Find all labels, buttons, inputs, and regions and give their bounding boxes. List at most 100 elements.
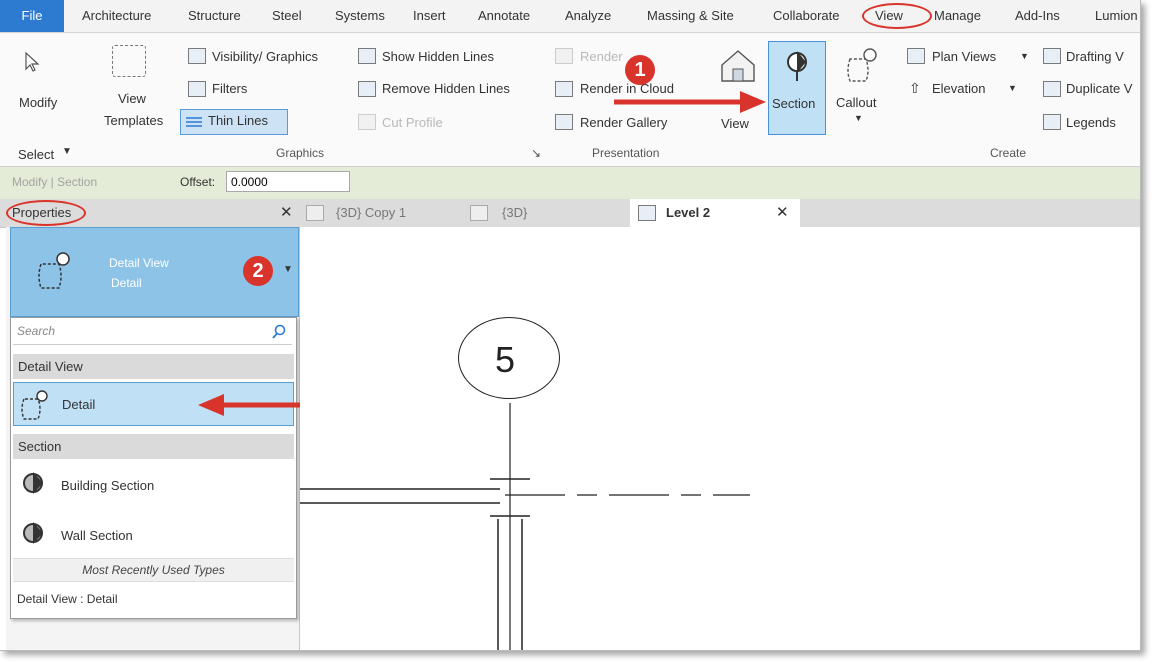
type-search-placeholder: Search: [17, 324, 56, 338]
options-bar: Modify | Section Offset: 0.0000: [0, 166, 1140, 200]
section-label: Section: [772, 96, 816, 111]
group-detail-view: Detail View: [13, 354, 294, 379]
cursor-arrow-icon: [25, 51, 40, 72]
render-gallery-button[interactable]: Render Gallery: [580, 115, 667, 130]
tab-manage[interactable]: Manage: [934, 8, 981, 23]
filters-button[interactable]: Filters: [212, 81, 247, 96]
callout-tool-icon: [847, 48, 877, 82]
tab-steel[interactable]: Steel: [272, 8, 302, 23]
type-name-label: Detail: [111, 276, 142, 290]
type-search-input[interactable]: Search: [13, 320, 292, 345]
3d-view-button[interactable]: View: [721, 116, 749, 131]
detail-type-icon: [21, 390, 48, 420]
tab-3d-copy-1[interactable]: {3D} Copy 1: [336, 205, 406, 220]
tab-systems[interactable]: Systems: [335, 8, 385, 23]
legends-button[interactable]: Legends: [1066, 115, 1116, 130]
tab-annotate[interactable]: Annotate: [478, 8, 530, 23]
type-item-wall-section-label: Wall Section: [61, 528, 133, 543]
render-button[interactable]: Render: [580, 49, 623, 64]
type-selector-dropdown: Search Detail View Detail Section Buildi…: [10, 317, 297, 619]
mru-header: Most Recently Used Types: [13, 558, 294, 582]
floor-plan-drawing: [300, 403, 750, 650]
drawing-canvas[interactable]: 5: [300, 227, 1140, 650]
type-item-wall-section[interactable]: Wall Section: [13, 516, 294, 552]
properties-close-icon[interactable]: ✕: [280, 203, 293, 221]
view-tabs-bar: Properties ✕ {3D} Copy 1 {3D} Level 2 ✕: [0, 199, 1140, 228]
view-templates-icon[interactable]: [112, 45, 146, 77]
type-item-detail-label: Detail: [62, 397, 96, 412]
3d-house-icon: [721, 50, 755, 82]
show-hidden-lines-button[interactable]: Show Hidden Lines: [382, 49, 494, 64]
plan-views-button[interactable]: Plan Views: [932, 49, 996, 64]
tab-structure[interactable]: Structure: [188, 8, 241, 23]
visibility-graphics-button[interactable]: Visibility/ Graphics: [212, 49, 318, 64]
view-tab-highlight-circle: [862, 3, 932, 29]
tab-add-ins[interactable]: Add-Ins: [1015, 8, 1060, 23]
tab-3d[interactable]: {3D}: [502, 205, 527, 220]
type-selector[interactable]: Detail View Detail 2 ▼: [10, 227, 299, 317]
create-panel-label: Create: [990, 146, 1027, 160]
tab-file[interactable]: File: [0, 0, 64, 32]
type-item-building-section[interactable]: Building Section: [13, 466, 294, 502]
tab-architecture[interactable]: Architecture: [82, 8, 151, 23]
mru-item-detail[interactable]: Detail View : Detail: [17, 592, 118, 606]
drafting-view-button[interactable]: Drafting V: [1066, 49, 1124, 64]
cut-profile-button[interactable]: Cut Profile: [382, 115, 443, 130]
context-label: Modify | Section: [12, 175, 98, 189]
tab-level-2-active[interactable]: Level 2 ✕: [630, 199, 800, 227]
render-icon: [555, 48, 573, 64]
thin-lines-button[interactable]: Thin Lines: [180, 109, 288, 135]
select-dropdown-arrow: ▼: [62, 146, 72, 157]
elevation-button[interactable]: Elevation: [932, 81, 985, 96]
duplicate-view-icon: [1043, 81, 1061, 97]
graphics-panel-label: Graphics: [276, 146, 325, 160]
section-button[interactable]: Section: [768, 41, 826, 135]
type-item-building-section-label: Building Section: [61, 478, 155, 493]
tab-analyze[interactable]: Analyze: [565, 8, 611, 23]
drafting-view-icon: [1043, 48, 1061, 64]
elevation-dropdown-arrow[interactable]: ▼: [1008, 83, 1017, 93]
callout-dropdown-arrow[interactable]: ▼: [854, 113, 863, 123]
filters-icon: [188, 81, 206, 97]
type-selector-dropdown-arrow[interactable]: ▼: [283, 264, 293, 275]
elevation-icon: ⇧: [909, 80, 921, 96]
step-2-badge: 2: [243, 256, 273, 286]
thin-lines-icon: [186, 117, 202, 127]
callout-button[interactable]: Callout: [836, 95, 876, 110]
select-dropdown[interactable]: Select: [18, 147, 54, 162]
building-section-icon: [23, 472, 43, 494]
grid-label: 5: [495, 339, 516, 380]
detail-view-type-icon: [38, 252, 70, 289]
remove-hidden-lines-button[interactable]: Remove Hidden Lines: [382, 81, 510, 96]
tab-insert[interactable]: Insert: [413, 8, 446, 23]
remove-hidden-lines-icon: [358, 81, 376, 97]
tab-massing-site[interactable]: Massing & Site: [647, 8, 734, 23]
3d-view-tab-icon: [306, 205, 324, 221]
ribbon: Modify Select ▼ View Templates Visibilit…: [0, 33, 1140, 167]
duplicate-view-button[interactable]: Duplicate V: [1066, 81, 1132, 96]
thin-lines-label: Thin Lines: [208, 113, 268, 128]
tab-lumion[interactable]: Lumion: [1095, 8, 1138, 23]
render-in-cloud-icon: [555, 81, 573, 97]
properties-highlight-circle: [6, 200, 86, 226]
offset-label: Offset:: [180, 175, 216, 189]
plan-view-tab-icon: [638, 205, 656, 221]
plan-views-dropdown-arrow[interactable]: ▼: [1020, 51, 1029, 61]
tab-collaborate[interactable]: Collaborate: [773, 8, 840, 23]
presentation-panel-label: Presentation: [592, 146, 660, 160]
revit-window: File Architecture Structure Steel System…: [0, 0, 1141, 651]
modify-button[interactable]: [22, 51, 42, 78]
show-hidden-lines-icon: [358, 48, 376, 64]
plan-views-icon: [907, 48, 925, 64]
wall-section-icon: [23, 522, 43, 544]
menu-bar: File Architecture Structure Steel System…: [0, 0, 1140, 33]
tab-level-2-close-icon[interactable]: ✕: [776, 203, 789, 221]
search-icon[interactable]: [271, 324, 287, 340]
cut-profile-icon: [358, 114, 376, 130]
tab-level-2-label: Level 2: [666, 205, 711, 220]
type-family-label: Detail View: [109, 256, 169, 270]
offset-input[interactable]: 0.0000: [226, 171, 350, 192]
group-section: Section: [13, 434, 294, 459]
graphics-panel-launcher[interactable]: ↘: [531, 146, 541, 160]
render-gallery-icon: [555, 114, 573, 130]
